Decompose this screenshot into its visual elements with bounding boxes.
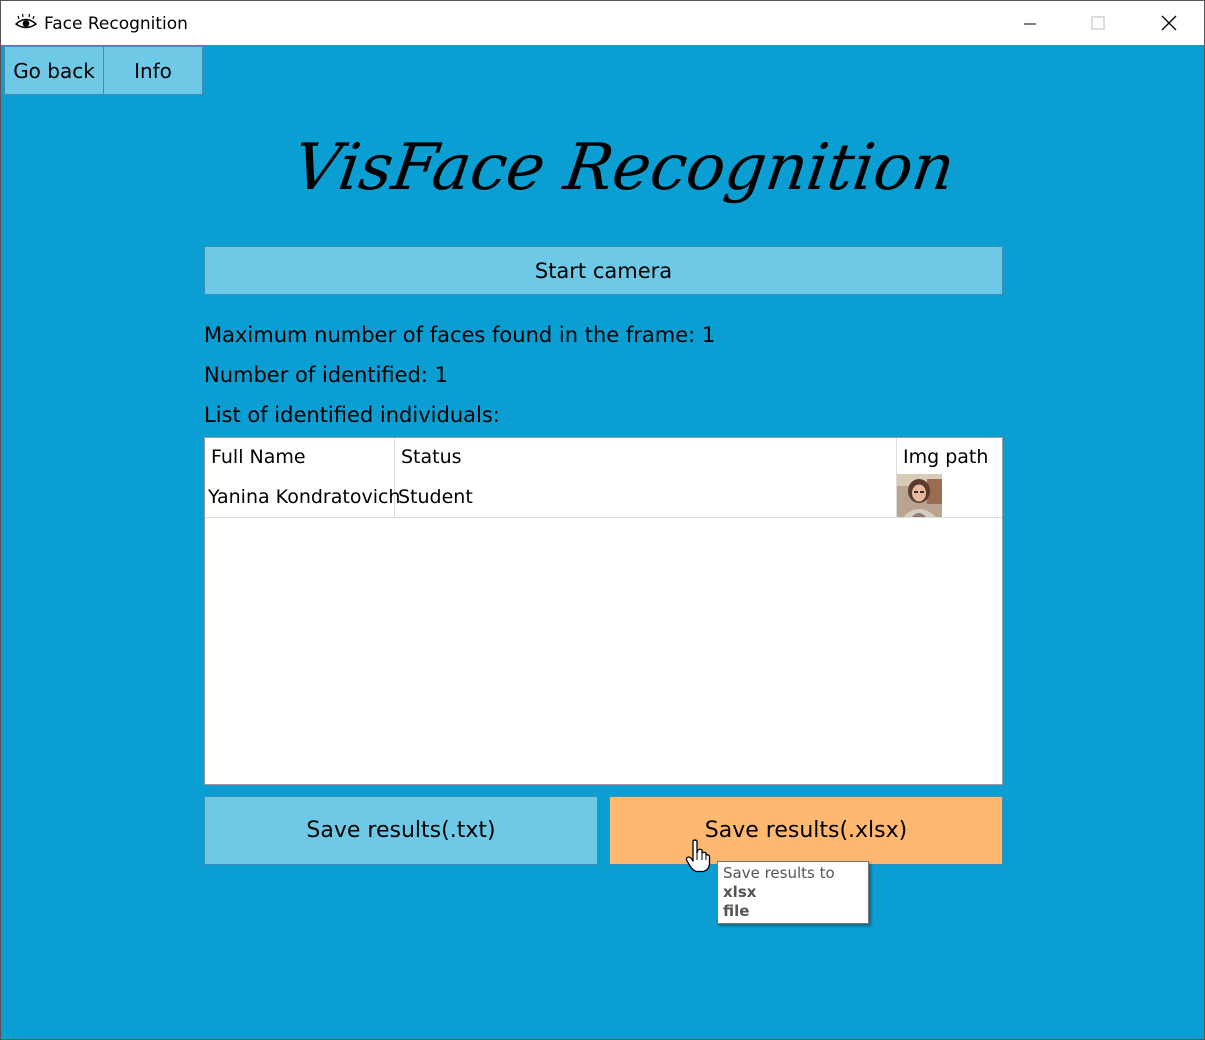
go-back-button[interactable]: Go back <box>4 46 104 95</box>
column-header-status[interactable]: Status <box>401 446 462 468</box>
hand-cursor-icon <box>685 839 711 873</box>
app-brand-title: VisFace Recognition <box>289 130 959 205</box>
close-button[interactable] <box>1135 1 1203 45</box>
brand-title-text: VisFace Recognition <box>289 130 959 205</box>
identified-table[interactable]: Full Name Status Img path Yanina Kondrat… <box>204 437 1003 785</box>
person-photo[interactable] <box>897 474 942 517</box>
app-window: Face Recognition Go back Info VisFace Re… <box>0 0 1205 1040</box>
window-title: Face Recognition <box>44 14 188 34</box>
maximize-icon <box>1091 16 1105 30</box>
column-header-img-path[interactable]: Img path <box>903 446 988 468</box>
eye-icon <box>15 13 37 29</box>
start-camera-button[interactable]: Start camera <box>204 246 1003 295</box>
title-bar[interactable]: Face Recognition <box>1 1 1204 45</box>
list-heading: List of identified individuals: <box>204 403 500 427</box>
save-xlsx-tooltip: Save results to xlsx file <box>717 861 869 924</box>
minimize-button[interactable] <box>996 1 1064 45</box>
cell-status[interactable]: Student <box>398 486 473 508</box>
close-icon <box>1161 15 1177 31</box>
tooltip-bold-file: file <box>723 902 750 920</box>
tooltip-bold-xlsx: xlsx <box>723 883 757 901</box>
row-divider <box>205 517 1002 518</box>
cell-full-name[interactable]: Yanina Kondratovich <box>208 486 400 508</box>
tooltip-text: Save results to <box>723 864 835 882</box>
save-txt-button[interactable]: Save results(.txt) <box>204 796 598 865</box>
identified-count-label: Number of identified: 1 <box>204 363 449 387</box>
minimize-icon <box>1024 23 1036 25</box>
maximize-button[interactable] <box>1064 1 1132 45</box>
save-xlsx-button[interactable]: Save results(.xlsx) <box>609 796 1003 865</box>
max-faces-label: Maximum number of faces found in the fra… <box>204 323 716 347</box>
info-button[interactable]: Info <box>103 46 203 95</box>
column-header-full-name[interactable]: Full Name <box>211 446 306 468</box>
